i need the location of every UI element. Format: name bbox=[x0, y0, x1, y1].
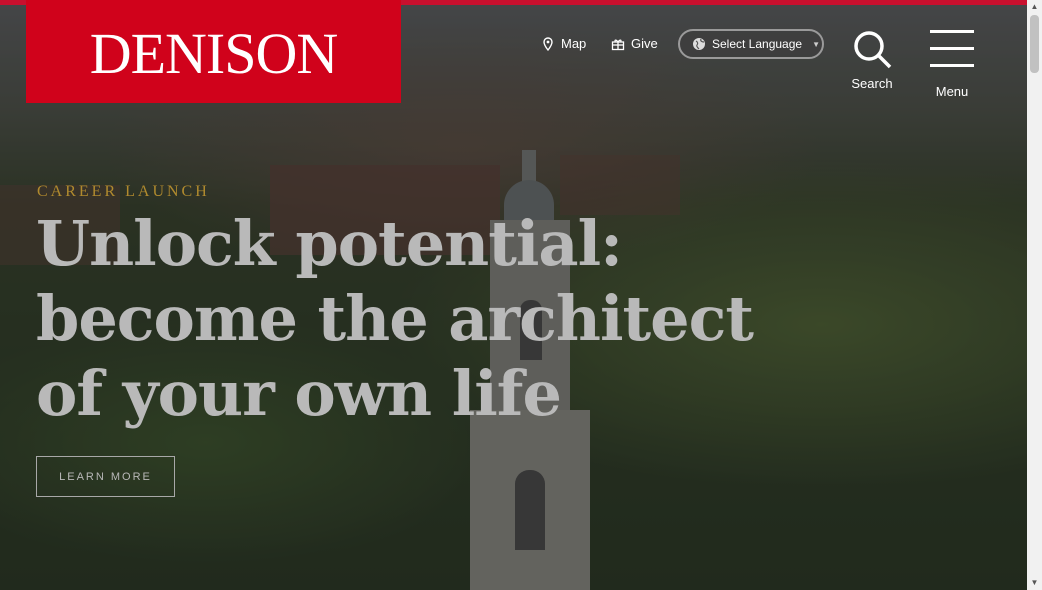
give-link[interactable]: Give bbox=[611, 36, 658, 51]
learn-more-button[interactable]: LEARN MORE bbox=[36, 456, 175, 497]
scroll-thumb[interactable] bbox=[1030, 15, 1039, 73]
give-label: Give bbox=[631, 36, 658, 51]
menu-button[interactable]: Menu bbox=[926, 28, 978, 99]
logo-wordmark: DENISON bbox=[89, 21, 339, 86]
language-select[interactable]: Select Language ▼ bbox=[678, 29, 824, 59]
search-button[interactable]: Search bbox=[846, 28, 898, 91]
globe-icon bbox=[693, 38, 705, 50]
search-label: Search bbox=[851, 76, 893, 91]
map-link[interactable]: Map bbox=[541, 36, 586, 51]
search-icon bbox=[854, 31, 892, 69]
map-label: Map bbox=[561, 36, 587, 51]
chevron-down-icon: ▼ bbox=[812, 39, 820, 49]
language-label: Select Language bbox=[712, 37, 803, 51]
gift-icon bbox=[611, 39, 625, 50]
map-pin-icon bbox=[543, 36, 553, 51]
scroll-up-icon[interactable]: ▲ bbox=[1027, 0, 1042, 14]
site-logo[interactable]: DENISON bbox=[26, 0, 401, 103]
scroll-down-icon[interactable]: ▼ bbox=[1027, 576, 1042, 590]
hamburger-icon bbox=[930, 30, 974, 67]
hero-headline: Unlock potential: become the architect o… bbox=[36, 207, 754, 430]
scrollbar[interactable]: ▲ ▼ bbox=[1027, 0, 1042, 590]
menu-label: Menu bbox=[935, 84, 969, 99]
hero-eyebrow: CAREER LAUNCH bbox=[37, 183, 210, 200]
